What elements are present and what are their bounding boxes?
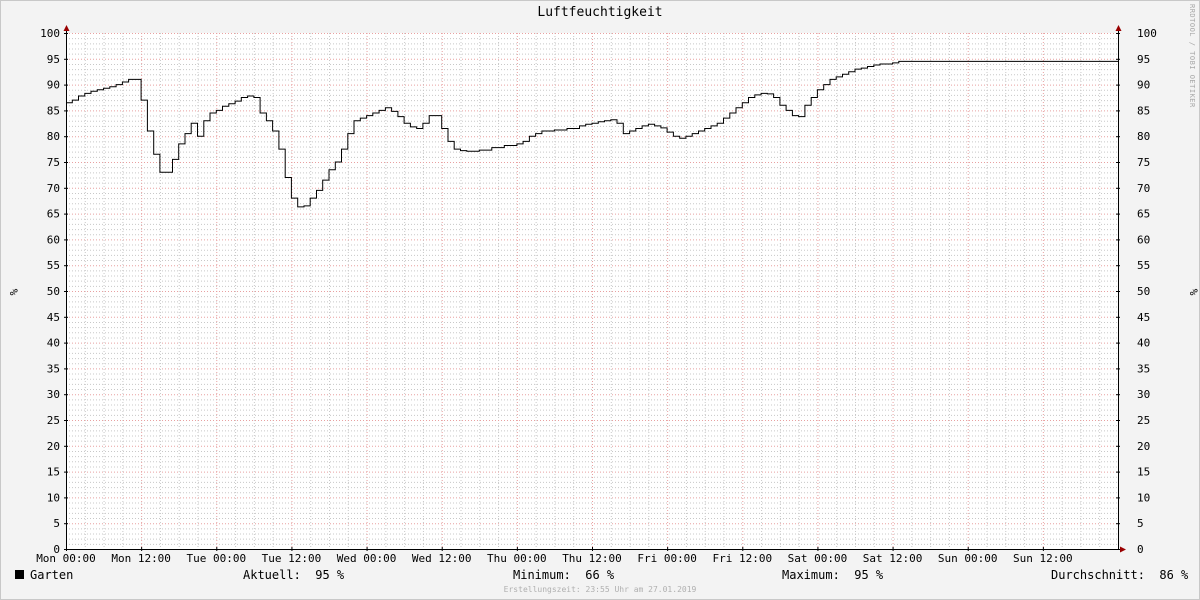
y-tick-label-left: 85	[47, 104, 60, 117]
y-axis-label-right: %	[1187, 289, 1200, 296]
x-tick-label: Mon 00:00	[36, 552, 96, 565]
x-axis-arrow	[1120, 546, 1126, 553]
y-tick-label-left: 60	[47, 233, 60, 246]
y-tick-label-right: 35	[1137, 362, 1150, 375]
y-tick-label-left: 40	[47, 337, 60, 350]
y-axis-arrow-right	[1115, 25, 1122, 31]
y-axis-label-left: %	[7, 289, 20, 296]
x-tick-label: Sat 00:00	[788, 552, 848, 565]
y-tick-label-left: 35	[47, 362, 60, 375]
y-tick-label-left: 50	[47, 285, 60, 298]
y-tick-label-left: 10	[47, 491, 60, 504]
y-tick-label-left: 95	[47, 53, 60, 66]
y-tick-label-right: 60	[1137, 233, 1150, 246]
y-tick-label-right: 90	[1137, 79, 1150, 92]
y-tick-label-right: 20	[1137, 440, 1150, 453]
y-tick-label-right: 95	[1137, 53, 1150, 66]
legend-durchschnitt-value: 86 %	[1159, 568, 1189, 582]
legend-durchschnitt-label: Durchschnitt:	[1051, 568, 1145, 582]
legend-maximum-value: 95 %	[854, 568, 884, 582]
y-tick-label-left: 30	[47, 388, 60, 401]
x-tick-label: Thu 12:00	[562, 552, 622, 565]
legend-maximum: Maximum: 95 %	[782, 568, 883, 582]
x-tick-label: Fri 00:00	[637, 552, 697, 565]
y-tick-label-left: 20	[47, 440, 60, 453]
y-tick-label-left: 5	[53, 517, 60, 530]
x-tick-label: Sun 00:00	[938, 552, 998, 565]
legend-aktuell-label: Aktuell:	[243, 568, 301, 582]
y-tick-label-left: 55	[47, 259, 60, 272]
y-tick-labels-left: 0510152025303540455055606570758085909510…	[40, 27, 60, 556]
y-tick-label-left: 25	[47, 414, 60, 427]
legend-durchschnitt: Durchschnitt: 86 %	[1051, 568, 1188, 582]
y-tick-label-right: 85	[1137, 104, 1150, 117]
y-tick-label-left: 15	[47, 466, 60, 479]
y-tick-label-right: 30	[1137, 388, 1150, 401]
y-tick-label-right: 45	[1137, 311, 1150, 324]
x-tick-label: Tue 00:00	[186, 552, 246, 565]
legend-series-name: Garten	[30, 568, 74, 582]
legend-aktuell-value: 95 %	[315, 568, 345, 582]
x-tick-label: Fri 12:00	[712, 552, 772, 565]
y-tick-label-right: 25	[1137, 414, 1150, 427]
y-tick-label-right: 5	[1137, 517, 1144, 530]
x-tick-labels: Mon 00:00 Mon 12:00 Tue 00:00 Tue 12:00 Wed …	[36, 552, 1072, 565]
legend-maximum-label: Maximum:	[782, 568, 840, 582]
x-tick-label: Wed 12:00	[412, 552, 472, 565]
y-tick-label-right: 50	[1137, 285, 1150, 298]
y-tick-label-right: 65	[1137, 208, 1150, 221]
legend-minimum: Minimum: 66 %	[513, 568, 614, 582]
creation-timestamp: Erstellungszeit: 23:55 Uhr am 27.01.2019	[503, 585, 697, 594]
x-tick-label: Mon 12:00	[111, 552, 171, 565]
legend-aktuell: Aktuell: 95 %	[243, 568, 344, 582]
y-tick-label-right: 55	[1137, 259, 1150, 272]
y-tick-label-right: 100	[1137, 27, 1157, 40]
y-tick-labels-right: 0 5 10 15 20 25 30 35 40 45 50 55 60 65 70 75 80 85 90 95 10…	[1137, 27, 1157, 556]
y-tick-label-left: 70	[47, 182, 60, 195]
x-tick-label: Sat 12:00	[863, 552, 923, 565]
y-tick-label-right: 70	[1137, 182, 1150, 195]
x-tick-label: Wed 00:00	[337, 552, 397, 565]
y-tick-label-right: 80	[1137, 130, 1150, 143]
x-tick-label: Sun 12:00	[1013, 552, 1073, 565]
y-tick-label-left: 100	[40, 27, 60, 40]
humidity-chart: 0 5 10 15 20 25 30 35 40 45 50 55 60 65 70 75 80 85 90 95 10…	[7, 25, 1200, 565]
y-tick-label-right: 0	[1137, 543, 1144, 556]
y-tick-label-left: 65	[47, 208, 60, 221]
y-axis-arrow-left	[63, 25, 70, 31]
legend-minimum-value: 66 %	[585, 568, 615, 582]
y-tick-label-left: 90	[47, 79, 60, 92]
legend-minimum-label: Minimum:	[513, 568, 571, 582]
x-tick-label: Thu 00:00	[487, 552, 547, 565]
y-tick-label-right: 15	[1137, 466, 1150, 479]
y-tick-label-right: 10	[1137, 491, 1150, 504]
y-tick-label-right: 40	[1137, 337, 1150, 350]
y-tick-label-left: 80	[47, 130, 60, 143]
y-tick-label-left: 45	[47, 311, 60, 324]
x-tick-label: Tue 12:00	[262, 552, 322, 565]
y-tick-label-right: 75	[1137, 156, 1150, 169]
legend-swatch-garten	[15, 570, 24, 579]
y-tick-label-left: 75	[47, 156, 60, 169]
